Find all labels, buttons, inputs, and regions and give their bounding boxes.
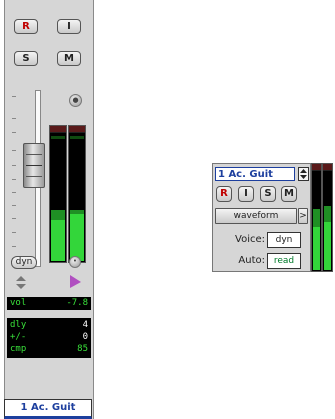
mini-meter-right (322, 163, 333, 272)
mini-solo-button[interactable]: S (260, 186, 276, 202)
spinner-arrows-icon[interactable] (298, 167, 309, 181)
pan-knob-icon[interactable]: ● (69, 94, 82, 107)
mini-record-button[interactable]: R (216, 186, 232, 202)
knob-small-icon[interactable]: • (69, 256, 81, 268)
track-name-plate[interactable]: 1 Ac. Guit (4, 399, 92, 419)
offset-value[interactable]: 0 (83, 332, 88, 342)
voice-label: Voice: (235, 234, 265, 245)
delay-label: dly (10, 320, 27, 330)
mini-input-button[interactable]: I (238, 186, 254, 202)
view-selector-button[interactable]: waveform (215, 208, 297, 224)
meter-level-left (51, 220, 65, 261)
view-arrow-button[interactable]: > (298, 208, 308, 224)
compensation-label: cmp (10, 344, 27, 354)
delay-value: 4 (82, 320, 88, 330)
mini-meter-level-left (313, 227, 320, 270)
mini-meter-level-right (324, 222, 331, 270)
volume-value[interactable]: -7.8 (66, 298, 88, 308)
compensation-value: 85 (77, 344, 88, 354)
mute-button[interactable]: M (57, 51, 81, 66)
level-meter-right (68, 125, 86, 263)
delay-comp-readout: dly 4 +/- 0 cmp 85 (7, 318, 91, 358)
volume-fader-handle[interactable] (23, 143, 45, 188)
record-button[interactable]: R (14, 19, 38, 34)
track-name-field[interactable]: 1 Ac. Guit (215, 167, 295, 181)
auto-label: Auto: (238, 255, 265, 266)
offset-label: +/- (10, 332, 27, 342)
updown-arrows-icon[interactable] (16, 276, 26, 290)
volume-readout: vol -7.8 (7, 297, 91, 310)
auto-mode-selector[interactable]: read (267, 253, 301, 269)
triangle-play-icon[interactable] (69, 275, 82, 289)
meter-level-right (70, 214, 84, 261)
mini-channel-strip: 1 Ac. Guit R I S M waveform > Voice: dyn… (212, 163, 311, 272)
clip-indicator-left (50, 126, 66, 133)
solo-button[interactable]: S (14, 51, 38, 66)
mini-mute-button[interactable]: M (281, 186, 297, 202)
mini-meter-left (311, 163, 322, 272)
automation-mode-button[interactable]: dyn (11, 256, 37, 269)
channel-strip: R I S M ● dyn • vol -7.8 dly 4 +/- 0 cmp… (4, 0, 94, 419)
input-monitor-button[interactable]: I (57, 19, 81, 34)
voice-selector[interactable]: dyn (267, 232, 301, 248)
clip-indicator-right (69, 126, 85, 133)
level-meter-left (49, 125, 67, 263)
volume-label: vol (10, 298, 27, 308)
